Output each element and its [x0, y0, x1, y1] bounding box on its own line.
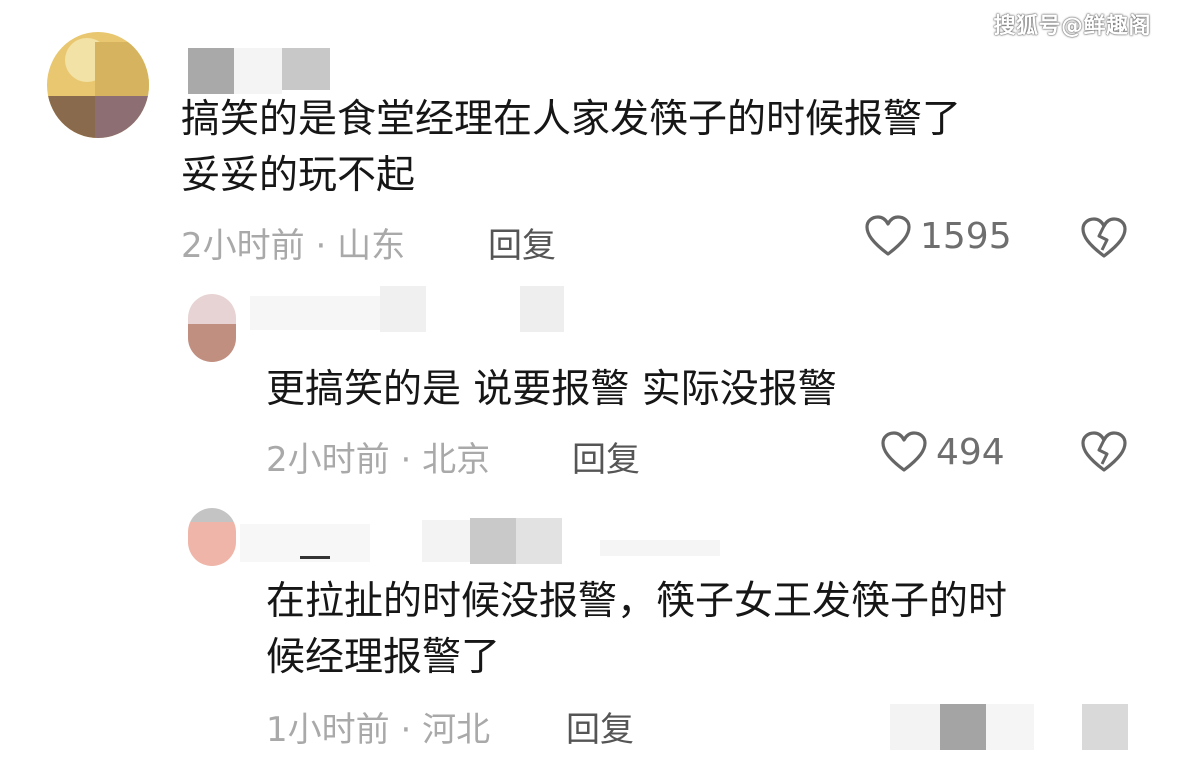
reply-button[interactable]: 回复 — [488, 218, 556, 267]
username-mosaic — [250, 286, 570, 332]
reaction-mosaic — [890, 704, 1130, 752]
like-button[interactable]: 494 — [880, 430, 1005, 474]
comment-location: 山东 — [337, 226, 406, 266]
comment-line: 妥妥的玩不起 — [181, 153, 416, 198]
like-count: 494 — [936, 431, 1005, 473]
comment-meta: 2小时前 · 山东 — [181, 218, 405, 267]
avatar-image — [188, 508, 236, 566]
comment-line: 在拉扯的时候没报警，筷子女王发筷子的时 — [266, 579, 1008, 624]
comment-meta: 2小时前 · 北京 — [266, 432, 490, 481]
avatar-image — [188, 294, 236, 362]
comment-time: 1小时前 — [266, 710, 390, 750]
username-mosaic — [240, 516, 760, 564]
heart-outline-icon — [881, 431, 927, 472]
comment-time: 2小时前 — [266, 440, 390, 480]
reply-button[interactable]: 回复 — [566, 702, 634, 751]
comment-time: 2小时前 — [181, 226, 305, 266]
like-button[interactable]: 1595 — [864, 214, 1012, 258]
comment-line: 更搞笑的是 说要报警 实际没报警 — [266, 367, 837, 412]
avatar[interactable] — [188, 294, 236, 362]
like-count: 1595 — [920, 215, 1012, 257]
comment-line: 搞笑的是食堂经理在人家发筷子的时候报警了 — [181, 97, 962, 142]
broken-heart-icon — [1081, 431, 1127, 472]
avatar-image — [47, 32, 149, 138]
dislike-button[interactable] — [1080, 216, 1128, 264]
avatar[interactable] — [188, 508, 236, 566]
reply-button[interactable]: 回复 — [572, 432, 640, 481]
username-mosaic — [188, 48, 330, 94]
comment-location: 河北 — [422, 710, 491, 750]
dislike-button[interactable] — [1080, 430, 1128, 478]
broken-heart-icon — [1081, 217, 1127, 258]
comment-meta: 1小时前 · 河北 — [266, 702, 490, 751]
comment-text: 更搞笑的是 说要报警 实际没报警 — [266, 362, 837, 418]
meta-separator: · — [389, 440, 423, 480]
meta-separator: · — [389, 710, 423, 750]
comment-text: 搞笑的是食堂经理在人家发筷子的时候报警了 妥妥的玩不起 — [181, 92, 961, 204]
avatar[interactable] — [47, 32, 149, 138]
comment-text: 在拉扯的时候没报警，筷子女王发筷子的时 候经理报警了 — [266, 574, 1007, 686]
watermark: 搜狐号@鲜趣阁 — [993, 14, 1151, 39]
heart-outline-icon — [865, 215, 911, 256]
comment-line: 候经理报警了 — [266, 635, 501, 680]
meta-separator: · — [304, 226, 338, 266]
comment-location: 北京 — [422, 440, 491, 480]
